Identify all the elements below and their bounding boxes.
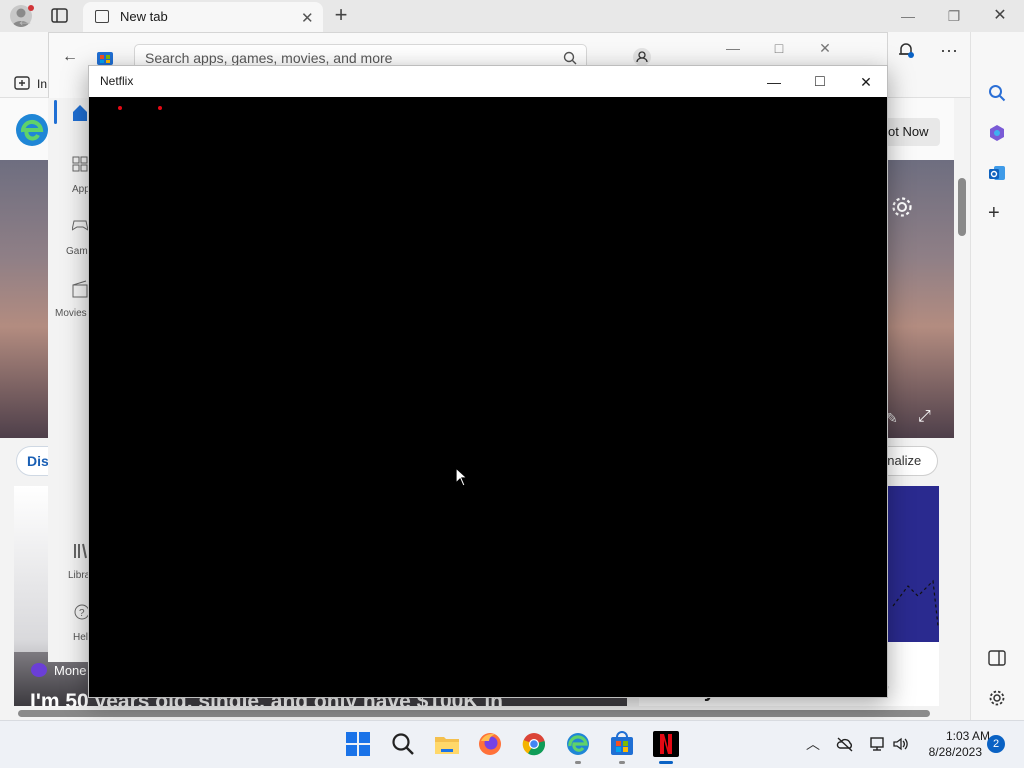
clock-time[interactable]: 1:03 AM — [930, 729, 990, 743]
store-account-icon[interactable] — [632, 47, 652, 67]
edge-logo-icon — [15, 113, 49, 147]
loading-dot — [158, 106, 162, 110]
notification-count-badge[interactable]: 2 — [987, 735, 1005, 753]
file-explorer-icon[interactable] — [432, 729, 462, 759]
netflix-titlebar[interactable]: Netflix — □ ✕ — [89, 66, 887, 97]
browser-minimize-button[interactable]: — — [898, 6, 918, 26]
store-search-placeholder: Search apps, games, movies, and more — [145, 50, 393, 66]
tab-close-icon[interactable]: ✕ — [301, 9, 314, 27]
scrollbar-thumb[interactable] — [958, 178, 966, 236]
scrollbar-thumb[interactable] — [18, 710, 930, 717]
loading-dot — [118, 106, 122, 110]
favorites-import-icon[interactable] — [14, 76, 30, 90]
expand-icon[interactable]: ⤢ — [918, 408, 931, 426]
tab-actions-icon[interactable] — [50, 7, 70, 25]
netflix-icon[interactable] — [651, 729, 681, 764]
apps-icon[interactable] — [72, 156, 88, 172]
taskbar-search-icon[interactable] — [388, 729, 418, 759]
new-tab-button[interactable]: + — [330, 3, 352, 27]
edge-icon[interactable] — [563, 729, 593, 764]
library-icon[interactable] — [72, 542, 88, 560]
page-icon — [95, 10, 109, 23]
onedrive-offline-icon[interactable] — [836, 736, 854, 752]
browser-close-button[interactable]: ✕ — [990, 6, 1010, 26]
page-horizontal-scrollbar[interactable] — [0, 706, 954, 720]
store-back-icon[interactable]: ← — [62, 48, 78, 66]
home-icon[interactable] — [72, 102, 88, 122]
news-card-image-right[interactable] — [888, 486, 939, 642]
sidebar-outlook-icon[interactable] — [988, 164, 1006, 182]
start-icon[interactable] — [343, 729, 373, 759]
store-search-icon[interactable] — [563, 51, 577, 65]
nav-help-label[interactable]: Hel — [73, 632, 88, 643]
page-settings-icon[interactable] — [890, 195, 914, 219]
store-close-button[interactable]: ✕ — [815, 38, 835, 58]
volume-icon[interactable] — [892, 736, 910, 752]
msn-money-icon — [31, 663, 47, 677]
sidebar-search-icon[interactable] — [988, 84, 1006, 102]
tab-title: New tab — [120, 9, 168, 24]
sidebar-add-icon[interactable]: + — [988, 203, 1000, 223]
sidebar-settings-icon[interactable] — [988, 689, 1006, 707]
sidebar-copilot-icon[interactable] — [988, 124, 1006, 142]
browser-menu-icon[interactable]: ··· — [940, 40, 958, 61]
store-logo-icon — [96, 48, 114, 66]
netflix-window-title: Netflix — [100, 74, 134, 88]
svg-text:?: ? — [79, 608, 85, 619]
nav-selection-indicator — [54, 100, 57, 124]
nav-movies-label[interactable]: Movies — [55, 308, 87, 319]
mouse-cursor-icon — [455, 467, 469, 487]
tab-new-tab[interactable]: New tab ✕ — [83, 2, 323, 32]
news-source-label: Mone — [54, 663, 87, 678]
notifications-bell-icon[interactable] — [896, 40, 916, 60]
netflix-maximize-button[interactable]: □ — [809, 71, 831, 93]
page-vertical-scrollbar[interactable] — [954, 160, 970, 706]
sidebar-split-screen-icon[interactable] — [988, 650, 1006, 666]
gaming-icon[interactable] — [72, 218, 88, 232]
netflix-window[interactable]: Netflix — □ ✕ — [88, 65, 888, 698]
store-maximize-button[interactable]: □ — [769, 38, 789, 58]
browser-sidebar: + — [970, 32, 1024, 720]
not-now-button[interactable]: ot Now — [888, 118, 940, 146]
tray-overflow-icon[interactable]: ︿ — [806, 734, 820, 754]
microsoft-store-icon[interactable] — [607, 729, 637, 764]
nav-library-label[interactable]: Libra — [68, 570, 90, 581]
movies-icon[interactable] — [72, 280, 88, 298]
personalize-button[interactable]: onalize — [880, 446, 938, 476]
network-icon[interactable] — [868, 736, 886, 752]
chrome-icon[interactable] — [519, 729, 549, 759]
store-minimize-button[interactable]: — — [723, 38, 743, 58]
firefox-icon[interactable] — [475, 729, 505, 759]
netflix-close-button[interactable]: ✕ — [855, 71, 877, 93]
browser-restore-button[interactable]: ❐ — [944, 6, 964, 26]
clock-date[interactable]: 8/28/2023 — [918, 745, 982, 759]
browser-back-icon[interactable]: ← — [16, 10, 34, 31]
favorites-item-label[interactable]: In — [37, 77, 47, 91]
netflix-minimize-button[interactable]: — — [763, 71, 785, 93]
nav-gaming-label[interactable]: Gam — [66, 246, 88, 257]
store-navigation: Apps Gam Movies Libra ? Hel — [48, 98, 95, 662]
